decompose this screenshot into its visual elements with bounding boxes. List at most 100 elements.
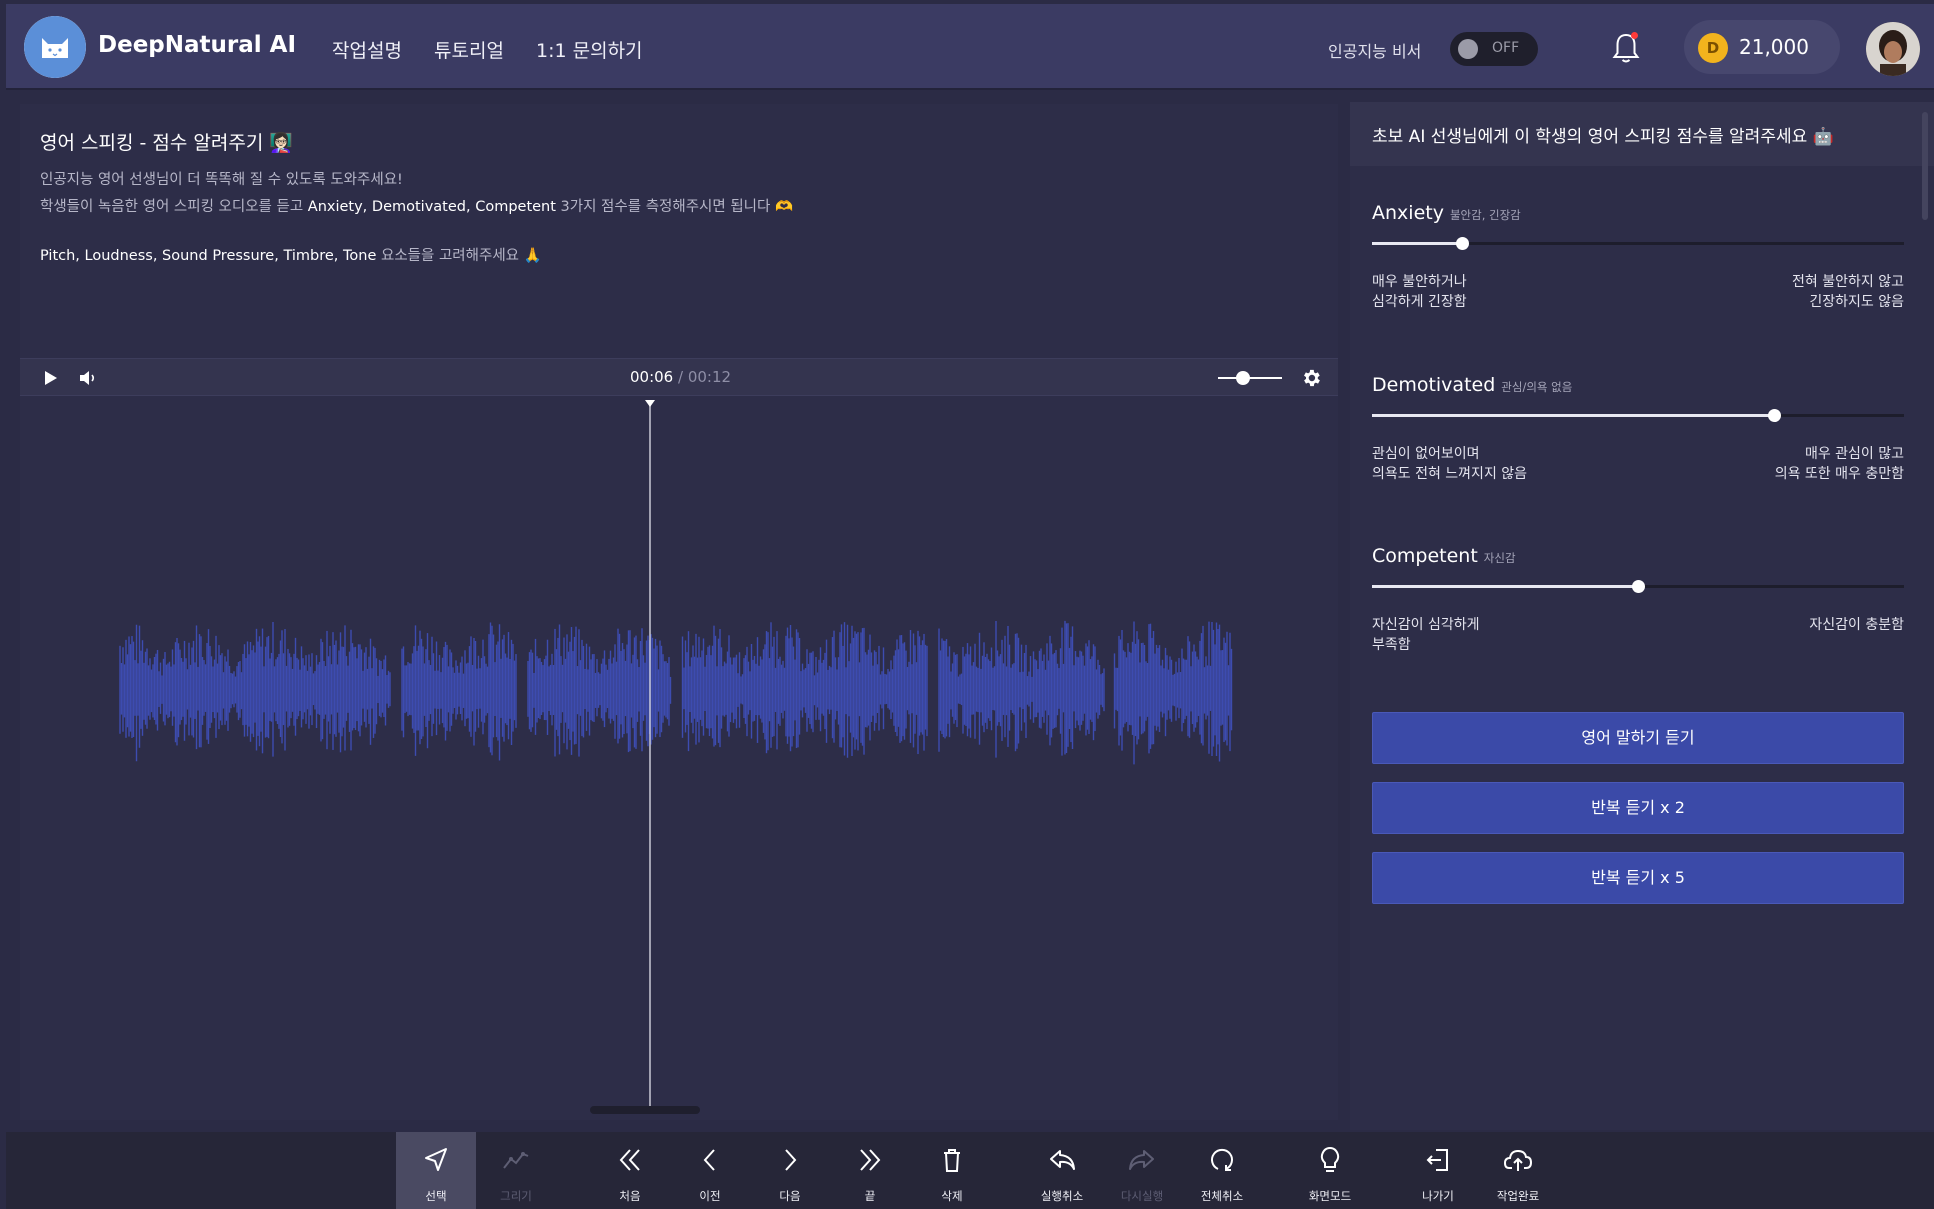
rating-panel-header: 초보 AI 선생님에게 이 학생의 영어 스피킹 점수를 알려주세요 🤖 (1350, 102, 1934, 166)
double-chevron-left-icon (619, 1149, 640, 1171)
nav-item-task-guide[interactable]: 작업설명 (332, 36, 402, 63)
instruction-text: 요소들을 고려해주세요 🙏 (376, 248, 542, 264)
trash-icon (944, 1149, 960, 1172)
metric-sub: 관심/의욕 없음 (1501, 380, 1573, 394)
slider-min-label: 자신감이 심각하게 부족함 (1372, 617, 1480, 653)
tool-label: 선택 (425, 1189, 447, 1203)
toggle-state-label: OFF (1492, 40, 1520, 56)
tool-label: 다음 (779, 1189, 801, 1203)
slider-min-label: 매우 불안하거나 심각하게 긴장함 (1372, 274, 1467, 310)
tool-label: 처음 (619, 1189, 641, 1203)
tool-label: 작업완료 (1496, 1189, 1540, 1203)
tool-label: 삭제 (941, 1189, 963, 1203)
audio-waveform[interactable] (20, 398, 1338, 1120)
tool-first[interactable]: 처음 (590, 1132, 670, 1209)
slider-max-label: 자신감이 충분함 (1809, 617, 1904, 633)
instruction-terms: Pitch, Loudness, Sound Pressure, Timbre,… (40, 248, 377, 264)
bottom-toolbar: 선택 그리기 처음 이전 다음 끝 삭제 실행취소 다시실행 전체취소 화면모드 (6, 1132, 1934, 1209)
demotivated-slider[interactable] (1372, 409, 1904, 422)
tool-exit[interactable]: 나가기 (1398, 1132, 1478, 1209)
rating-panel: 초보 AI 선생님에게 이 학생의 영어 스피킹 점수를 알려주세요 🤖 Anx… (1350, 102, 1934, 1130)
listen-english-button[interactable]: 영어 말하기 듣기 (1372, 712, 1904, 764)
waveform-bars (119, 620, 1233, 765)
double-chevron-right-icon (860, 1149, 881, 1171)
task-description: 영어 스피킹 - 점수 알려주기 👩🏻‍🏫 인공지능 영어 선생님이 더 똑똑해… (40, 128, 1320, 270)
tool-label: 그리기 (500, 1189, 532, 1203)
repeat-listen-x5-button[interactable]: 반복 듣기 x 5 (1372, 852, 1904, 904)
instruction-text: 3가지 점수를 측정해주시면 됩니다 🫶 (555, 199, 794, 215)
chevron-right-icon (785, 1149, 797, 1171)
gear-icon[interactable] (1300, 367, 1322, 389)
tool-undo[interactable]: 실행취소 (1022, 1132, 1102, 1209)
coin-balance-value: 21,000 (1739, 35, 1809, 59)
slider-knob[interactable] (1632, 580, 1645, 593)
ai-assistant-label: 인공지능 비서 (1328, 42, 1422, 61)
ai-assistant-toggle[interactable]: OFF (1450, 32, 1538, 66)
slider-knob[interactable] (1456, 237, 1470, 250)
audio-player-controls: 00:06 / 00:12 (20, 358, 1338, 396)
panel-scrollbar[interactable] (1922, 112, 1928, 220)
metric-name: Competent (1372, 545, 1478, 567)
cursor-arrow-icon (425, 1148, 447, 1171)
coin-balance[interactable]: D 21,000 (1684, 20, 1840, 74)
current-time: 00:06 (630, 368, 674, 386)
audio-task-panel: 영어 스피킹 - 점수 알려주기 👩🏻‍🏫 인공지능 영어 선생님이 더 똑똑해… (20, 104, 1338, 1120)
tool-screen-mode[interactable]: 화면모드 (1290, 1132, 1370, 1209)
nav-item-tutorial[interactable]: 튜토리얼 (434, 36, 504, 63)
tool-label: 전체취소 (1200, 1189, 1244, 1203)
user-avatar[interactable] (1866, 22, 1920, 76)
app-name[interactable]: DeepNatural AI (98, 32, 296, 58)
chevron-left-icon (703, 1149, 715, 1171)
tool-label: 화면모드 (1308, 1189, 1352, 1203)
toggle-knob (1458, 39, 1478, 59)
slider-fill (1372, 242, 1463, 245)
bell-icon[interactable] (1606, 28, 1646, 68)
reset-icon (1211, 1148, 1233, 1171)
metric-sub: 자신감 (1483, 551, 1516, 565)
metric-name: Anxiety (1372, 202, 1444, 224)
task-title: 영어 스피킹 - 점수 알려주기 👩🏻‍🏫 (40, 132, 293, 154)
volume-icon[interactable] (77, 367, 99, 389)
undo-icon (1050, 1150, 1075, 1170)
metric-sub: 불안감, 긴장감 (1449, 208, 1521, 222)
slider-fill (1372, 414, 1774, 417)
metric-name: Demotivated (1372, 374, 1496, 396)
tool-select[interactable]: 선택 (396, 1132, 476, 1209)
cat-logo-icon[interactable] (24, 16, 86, 78)
metric-anxiety: Anxiety 불안감, 긴장감 매우 불안하거나 심각하게 긴장함 전혀 불안하지… (1372, 202, 1904, 310)
total-duration: 00:12 (687, 368, 732, 386)
tool-reset-all[interactable]: 전체취소 (1182, 1132, 1262, 1209)
tool-next[interactable]: 다음 (750, 1132, 830, 1209)
slider-min-label: 관심이 없어보이며 의욕도 전혀 느껴지지 않음 (1372, 446, 1528, 482)
slider-fill (1372, 585, 1638, 588)
tool-complete[interactable]: 작업완료 (1478, 1132, 1558, 1209)
task-instruction-line-3: Pitch, Loudness, Sound Pressure, Timbre,… (40, 243, 1320, 270)
task-instruction-line-1: 인공지능 영어 선생님이 더 똑똑해 질 수 있도록 도와주세요! (40, 172, 403, 188)
top-header: DeepNatural AI 작업설명 튜토리얼 1:1 문의하기 인공지능 비… (6, 4, 1934, 90)
instruction-terms: Anxiety, Demotivated, Competent (307, 199, 556, 215)
tool-label: 끝 (864, 1189, 876, 1203)
task-instruction-line-2: 학생들이 녹음한 영어 스피킹 오디오를 듣고 Anxiety, Demotiv… (40, 194, 1320, 221)
playhead-marker[interactable] (645, 400, 655, 407)
nav-item-inquiry[interactable]: 1:1 문의하기 (536, 36, 643, 63)
slider-knob[interactable] (1767, 409, 1781, 422)
tool-last[interactable]: 끝 (830, 1132, 910, 1209)
competent-slider[interactable] (1372, 580, 1904, 593)
play-icon[interactable] (40, 368, 60, 388)
tool-redo[interactable]: 다시실행 (1102, 1132, 1182, 1209)
rating-panel-title: 초보 AI 선생님에게 이 학생의 영어 스피킹 점수를 알려주세요 🤖 (1372, 127, 1834, 147)
volume-slider-knob[interactable] (1236, 371, 1250, 385)
cloud-upload-icon (1503, 1149, 1533, 1171)
exit-icon (1426, 1149, 1448, 1171)
volume-slider-track[interactable] (1218, 377, 1282, 379)
notification-dot (1631, 32, 1638, 39)
tool-delete[interactable]: 삭제 (912, 1132, 992, 1209)
tool-prev[interactable]: 이전 (670, 1132, 750, 1209)
lightbulb-icon (1320, 1146, 1340, 1172)
draw-line-icon (503, 1152, 529, 1169)
instruction-text: 학생들이 녹음한 영어 스피킹 오디오를 듣고 (40, 199, 308, 215)
repeat-listen-x2-button[interactable]: 반복 듣기 x 2 (1372, 782, 1904, 834)
anxiety-slider[interactable] (1372, 237, 1904, 250)
waveform-scrollbar[interactable] (590, 1106, 700, 1114)
tool-draw[interactable]: 그리기 (476, 1132, 556, 1209)
